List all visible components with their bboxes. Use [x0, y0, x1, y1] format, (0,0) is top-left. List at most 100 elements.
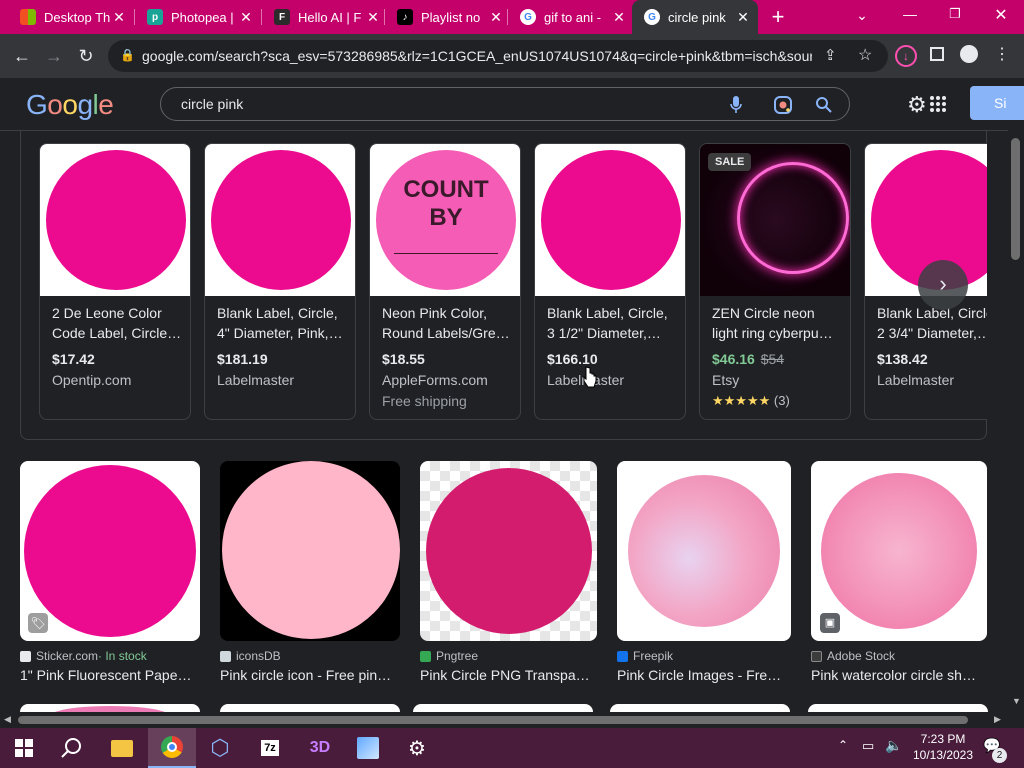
tray-chevron-up-icon[interactable]: ⌃ — [838, 738, 848, 752]
product-title[interactable]: Blank Label, Circle, 3 1/2" Diameter,… — [547, 303, 677, 343]
close-window-button[interactable]: ✕ — [991, 5, 1011, 25]
result-title[interactable]: 1" Pink Fluorescent Pape… — [20, 667, 200, 683]
side-panel-icon[interactable] — [930, 47, 944, 61]
microphone-icon[interactable] — [729, 95, 743, 115]
product-image[interactable] — [40, 144, 190, 296]
result-thumbnail[interactable]: 🏷 — [20, 461, 200, 641]
3d-app-button[interactable]: ⬡ — [196, 728, 244, 768]
product-image[interactable]: COUNT BY — [370, 144, 520, 296]
image-result-partial[interactable] — [610, 704, 790, 712]
forward-button[interactable]: → — [40, 42, 68, 70]
new-tab-button[interactable]: + — [766, 5, 790, 29]
lock-icon[interactable]: 🔒 — [120, 48, 135, 62]
product-store: Opentip.com — [52, 372, 132, 388]
scroll-left-arrow-icon[interactable]: ◀ — [4, 714, 11, 725]
start-button[interactable] — [0, 728, 48, 768]
reload-button[interactable]: ↻ — [72, 42, 100, 70]
browser-menu-icon[interactable]: ⋮ — [994, 44, 1010, 64]
product-title[interactable]: Blank Label, Circle, 2 3/4" Diameter,… — [877, 303, 987, 343]
product-image[interactable]: SALE — [700, 144, 850, 296]
tab-gif-to-ani[interactable]: G gif to ani - ✕ — [508, 0, 634, 34]
download-icon[interactable]: ↓ — [895, 45, 917, 67]
result-thumbnail[interactable]: ▣ — [811, 461, 987, 641]
vertical-scrollbar[interactable]: ▼ — [1008, 130, 1024, 712]
network-icon[interactable]: ▭ — [862, 738, 874, 754]
product-price: $17.42 — [52, 351, 95, 367]
file-explorer-button[interactable] — [98, 728, 146, 768]
image-result[interactable]: Pngtree Pink Circle PNG Transpa… — [420, 461, 597, 683]
result-title[interactable]: Pink watercolor circle sh… — [811, 667, 987, 683]
horizontal-scrollbar[interactable]: ◀ ▶ — [0, 712, 1008, 728]
google-logo[interactable]: Google — [26, 89, 114, 121]
address-bar[interactable]: 🔒 google.com/search?sca_esv=573286985&rl… — [108, 40, 888, 72]
result-thumbnail[interactable] — [420, 461, 597, 641]
product-title[interactable]: ZEN Circle neon light ring cyberpu… — [712, 303, 842, 343]
vertical-scroll-thumb[interactable] — [1011, 138, 1020, 260]
close-tab-icon[interactable]: ✕ — [487, 9, 505, 26]
settings-gear-icon[interactable]: ⚙ — [907, 92, 927, 118]
result-title[interactable]: Pink Circle Images - Fre… — [617, 667, 791, 683]
shopping-card[interactable]: COUNT BY Neon Pink Color, Round Labels/G… — [369, 143, 521, 420]
restore-button[interactable]: ❐ — [945, 6, 965, 26]
shopping-card[interactable]: SALE ZEN Circle neon light ring cyberpu…… — [699, 143, 851, 420]
scroll-right-arrow-icon[interactable]: ▶ — [994, 714, 1001, 725]
close-tab-icon[interactable]: ✕ — [110, 9, 128, 26]
shopping-card[interactable]: Blank Label, Circle, 3 1/2" Diameter,… $… — [534, 143, 686, 420]
tab-playlist[interactable]: ♪ Playlist no ✕ — [385, 0, 511, 34]
close-tab-icon[interactable]: ✕ — [734, 9, 752, 26]
sale-price: $46.16 — [712, 351, 755, 367]
image-result[interactable]: ▣ Adobe Stock Pink watercolor circle sh… — [811, 461, 987, 683]
tab-circle-pink[interactable]: G circle pink ✕ — [632, 0, 758, 34]
image-result-partial[interactable] — [220, 704, 400, 712]
product-image[interactable] — [205, 144, 355, 296]
result-thumbnail[interactable] — [220, 461, 400, 641]
google-lens-icon[interactable] — [773, 95, 793, 115]
free-shipping-text: Free shipping — [382, 393, 467, 409]
scroll-down-arrow-icon[interactable]: ▼ — [1012, 696, 1021, 706]
shopping-card[interactable]: Blank Label, Circle, 4" Diameter, Pink,…… — [204, 143, 356, 420]
result-title[interactable]: Pink circle icon - Free pin… — [220, 667, 400, 683]
3d-viewer-button[interactable]: 3D — [296, 728, 344, 768]
snipping-tool-icon — [357, 737, 379, 759]
back-button[interactable]: ← — [8, 42, 36, 70]
settings-taskbar-button[interactable]: ⚙ — [393, 728, 441, 768]
product-image[interactable] — [535, 144, 685, 296]
product-title[interactable]: Neon Pink Color, Round Labels/Gre… — [382, 303, 512, 343]
taskbar-clock[interactable]: 7:23 PM 10/13/2023 — [910, 731, 976, 763]
image-result[interactable]: 🏷 Sticker.com · In stock 1" Pink Fluores… — [20, 461, 200, 683]
image-result[interactable]: iconsDB Pink circle icon - Free pin… — [220, 461, 400, 683]
shopping-card[interactable]: 2 De Leone Color Code Label, Circle… $17… — [39, 143, 191, 420]
image-result-partial[interactable] — [413, 704, 593, 712]
image-result[interactable]: Freepik Pink Circle Images - Fre… — [617, 461, 791, 683]
product-title[interactable]: 2 De Leone Color Code Label, Circle… — [52, 303, 182, 343]
tab-photopea[interactable]: p Photopea | ✕ — [135, 0, 261, 34]
share-icon[interactable]: ⇪ — [824, 46, 837, 64]
product-title[interactable]: Blank Label, Circle, 4" Diameter, Pink,… — [217, 303, 347, 343]
sign-in-button[interactable]: Si — [970, 86, 1024, 120]
tab-desktop[interactable]: Desktop Th ✕ — [8, 0, 134, 34]
tab-hello-ai[interactable]: F Hello AI | F ✕ — [262, 0, 388, 34]
close-tab-icon[interactable]: ✕ — [610, 9, 628, 26]
volume-muted-icon[interactable]: 🔈 — [885, 737, 902, 754]
search-icon[interactable] — [815, 96, 833, 114]
search-input[interactable]: circle pink — [181, 96, 243, 112]
minimize-button[interactable]: — — [900, 6, 920, 26]
search-icon — [61, 738, 81, 758]
close-tab-icon[interactable]: ✕ — [237, 9, 255, 26]
result-title[interactable]: Pink Circle PNG Transpa… — [420, 667, 597, 683]
horizontal-scroll-thumb[interactable] — [18, 716, 968, 724]
chrome-taskbar-button[interactable] — [148, 728, 196, 768]
image-result-partial[interactable] — [20, 704, 200, 712]
profile-avatar[interactable] — [960, 45, 978, 63]
apps-grid-icon[interactable] — [929, 95, 947, 113]
close-tab-icon[interactable]: ✕ — [364, 9, 382, 26]
7zip-button[interactable]: 7z — [246, 728, 294, 768]
search-box[interactable]: circle pink — [160, 87, 850, 121]
result-thumbnail[interactable] — [617, 461, 791, 641]
snipping-tool-button[interactable] — [344, 728, 392, 768]
taskbar-search-button[interactable] — [48, 728, 96, 768]
image-result-partial[interactable] — [808, 704, 988, 712]
tab-search-chevron-icon[interactable]: ⌄ — [852, 7, 872, 27]
bookmark-star-icon[interactable]: ☆ — [858, 45, 872, 65]
carousel-next-button[interactable]: › — [918, 260, 968, 310]
